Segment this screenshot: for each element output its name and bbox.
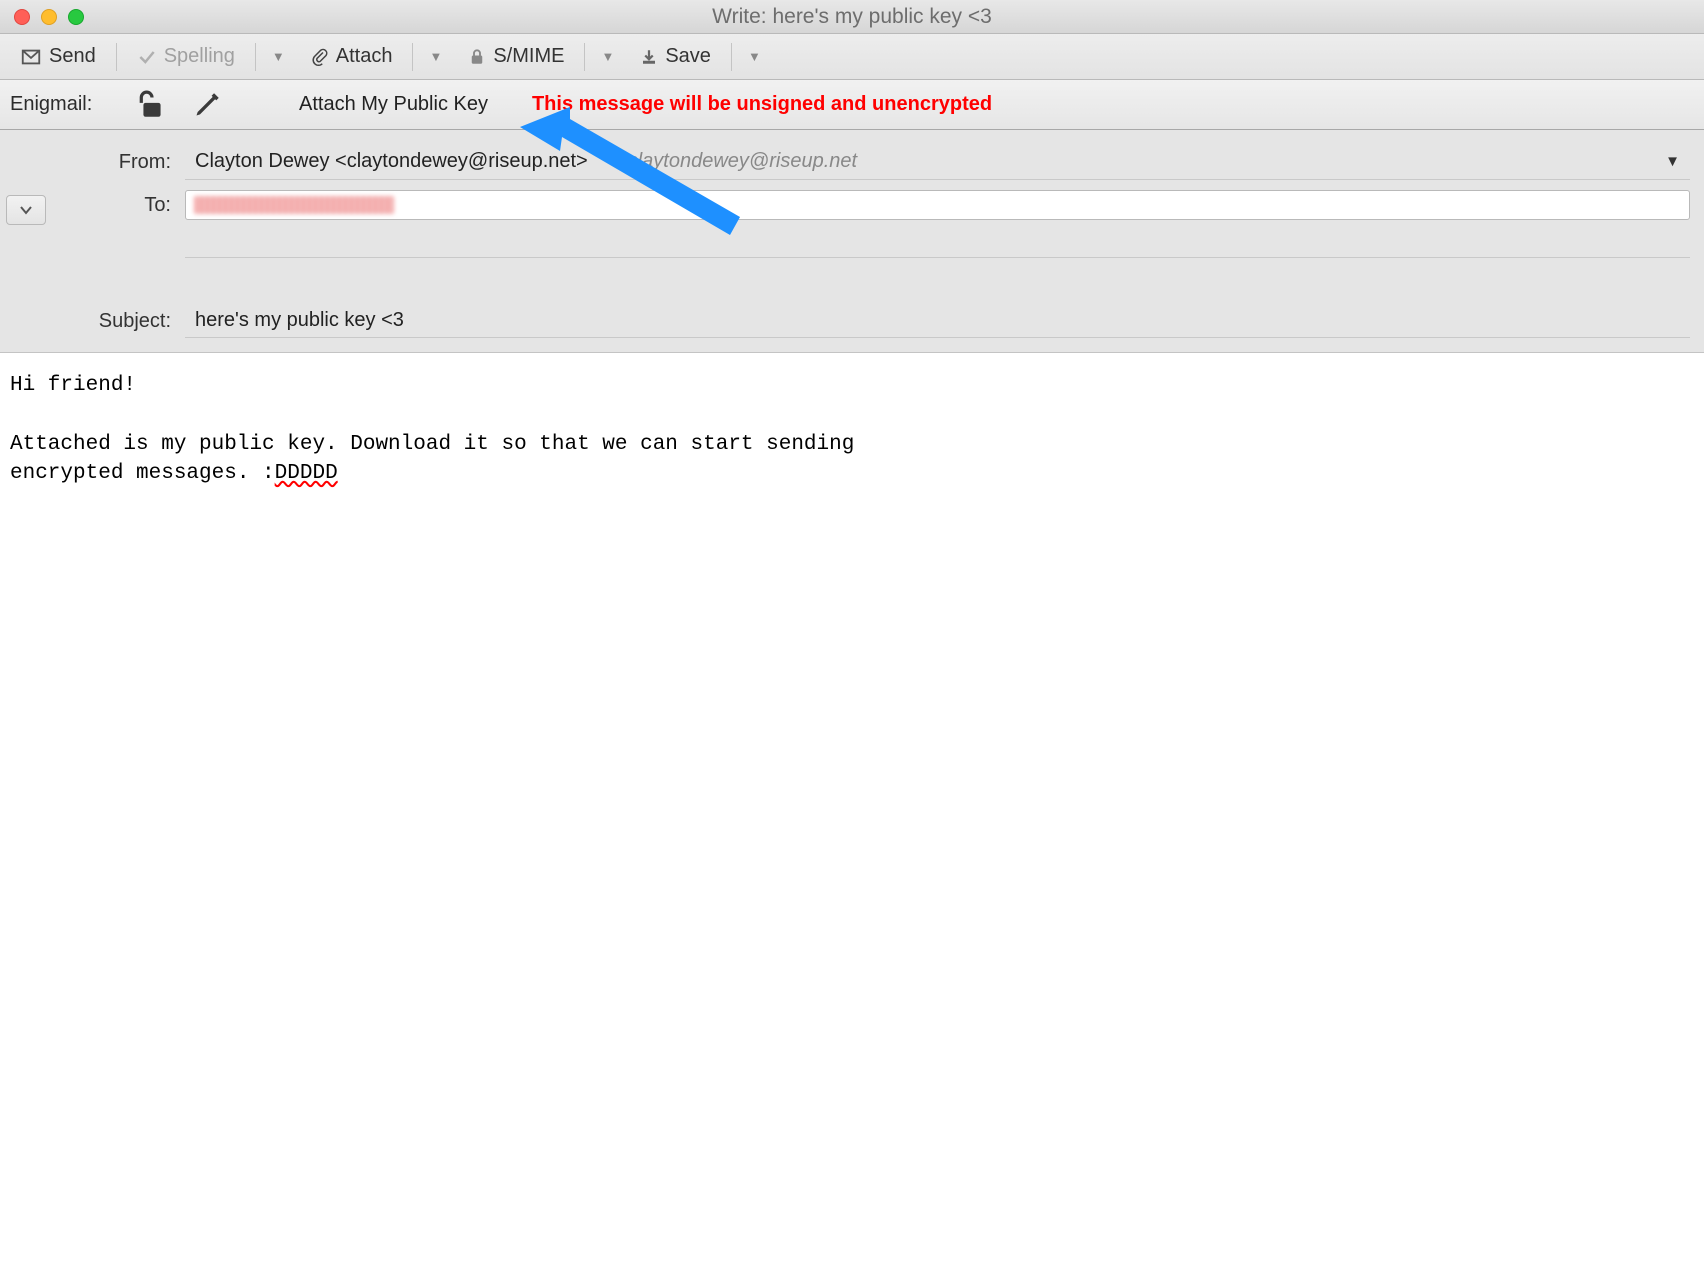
to-address-input[interactable]: [185, 190, 1690, 220]
main-toolbar: Send Spelling ▼ Attach ▼ S/MIME ▼ Save ▼: [0, 34, 1704, 80]
save-label: Save: [665, 45, 711, 68]
recipient-type-dropdown[interactable]: [6, 195, 46, 225]
save-button[interactable]: Save: [630, 41, 721, 72]
to-row: To:: [0, 190, 1690, 220]
body-line: Attached is my public key. Download it s…: [10, 433, 854, 456]
save-dropdown[interactable]: ▼: [742, 49, 767, 64]
empty-recipient-row: [0, 230, 1690, 258]
redacted-recipient: [194, 196, 394, 214]
save-down-icon: [640, 47, 658, 67]
pencil-icon: [193, 91, 221, 119]
toolbar-separator: [584, 43, 585, 71]
toolbar-separator: [116, 43, 117, 71]
message-headers: From: Clayton Dewey <claytondewey@riseup…: [0, 130, 1704, 353]
message-body-editor[interactable]: Hi friend! Attached is my public key. Do…: [0, 353, 1704, 507]
spellcheck-error: DDDDD: [275, 462, 338, 485]
from-row: From: Clayton Dewey <claytondewey@riseup…: [0, 144, 1690, 180]
add-recipient-line[interactable]: [185, 230, 1690, 258]
from-label: From:: [0, 151, 185, 174]
check-icon: [137, 47, 157, 67]
open-lock-icon: [139, 90, 165, 120]
close-window-button[interactable]: [14, 9, 30, 25]
toolbar-separator: [412, 43, 413, 71]
encrypt-toggle-button[interactable]: [125, 88, 179, 122]
smime-dropdown[interactable]: ▼: [595, 49, 620, 64]
subject-input[interactable]: [185, 304, 1690, 338]
enigmail-toolbar: Enigmail: Attach My Public Key This mess…: [0, 80, 1704, 130]
subject-row: Subject:: [0, 304, 1690, 338]
send-icon: [20, 46, 42, 68]
send-label: Send: [49, 45, 96, 68]
window-title: Write: here's my public key <3: [712, 5, 992, 29]
from-value-text: Clayton Dewey <claytondewey@riseup.net>: [195, 150, 588, 173]
from-identity-hint: claytondewey@riseup.net: [628, 150, 857, 173]
send-button[interactable]: Send: [10, 41, 106, 72]
spelling-label: Spelling: [164, 45, 235, 68]
toolbar-separator: [731, 43, 732, 71]
spelling-button[interactable]: Spelling: [127, 41, 245, 72]
attach-label: Attach: [336, 45, 393, 68]
attach-public-key-button[interactable]: Attach My Public Key: [285, 91, 502, 118]
chevron-down-icon: ▼: [1665, 153, 1680, 170]
attach-public-key-label: Attach My Public Key: [299, 93, 488, 116]
smime-button[interactable]: S/MIME: [458, 41, 574, 72]
chevron-down-icon: [19, 205, 33, 215]
subject-label: Subject:: [0, 310, 185, 333]
toolbar-separator: [255, 43, 256, 71]
minimize-window-button[interactable]: [41, 9, 57, 25]
titlebar: Write: here's my public key <3: [0, 0, 1704, 34]
attach-button[interactable]: Attach: [301, 41, 403, 72]
enigmail-status-text: This message will be unsigned and unencr…: [532, 93, 992, 116]
sign-toggle-button[interactable]: [179, 89, 235, 121]
smime-label: S/MIME: [493, 45, 564, 68]
attach-dropdown[interactable]: ▼: [423, 49, 448, 64]
enigmail-label: Enigmail:: [10, 93, 125, 116]
body-line: Hi friend!: [10, 374, 136, 397]
lock-icon: [468, 47, 486, 67]
maximize-window-button[interactable]: [68, 9, 84, 25]
body-line: encrypted messages. :: [10, 462, 275, 485]
spelling-dropdown[interactable]: ▼: [266, 49, 291, 64]
from-identity-dropdown[interactable]: Clayton Dewey <claytondewey@riseup.net> …: [185, 144, 1690, 180]
paperclip-icon: [311, 46, 329, 68]
window-controls: [0, 9, 84, 25]
